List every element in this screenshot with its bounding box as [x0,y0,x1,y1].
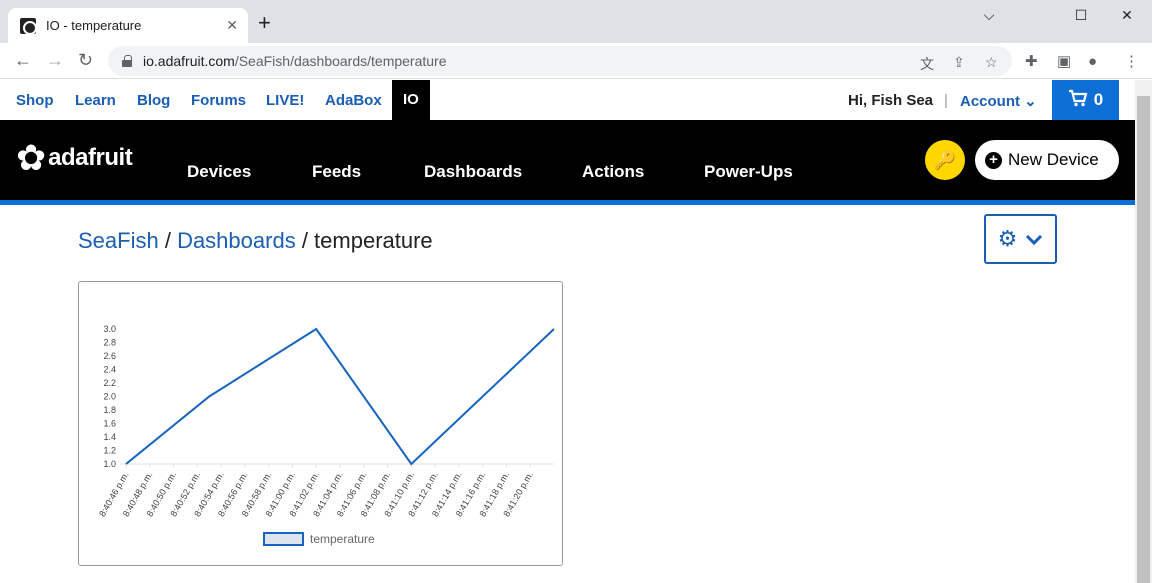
y-tick-label: 1.6 [103,419,116,429]
y-tick-label: 3.0 [103,324,116,334]
forward-icon[interactable]: → [46,50,64,70]
cart-button[interactable]: 0 [1052,80,1119,120]
tab-title: IO - temperature [46,18,142,33]
tab-close-icon[interactable]: ✕ [226,17,238,34]
reload-icon[interactable]: ↻ [78,50,93,70]
new-tab-button[interactable]: + [258,12,271,34]
nav-devices[interactable]: Devices [187,162,251,182]
adafruit-favicon-icon [20,17,37,35]
minimize-icon[interactable]: ⌵ [966,5,1012,25]
browser-toolbar: ← → ↻ io.adafruit.com/SeaFish/dashboards… [0,43,1152,79]
toplink-learn[interactable]: Learn [75,92,116,109]
nav-power-ups[interactable]: Power-Ups [704,162,793,182]
legend-label: temperature [310,532,375,546]
site-top-links: Shop Learn Blog Forums LIVE! AdaBox IO H… [0,80,1135,120]
nav-actions[interactable]: Actions [582,162,644,182]
translate-icon[interactable]: 文 [920,54,934,74]
address-bar[interactable]: io.adafruit.com/SeaFish/dashboards/tempe… [108,46,1012,76]
key-icon: 🔑 [933,149,957,170]
y-tick-label: 2.0 [103,392,116,402]
toplink-adabox[interactable]: AdaBox [325,92,382,109]
y-tick-label: 2.4 [103,365,116,375]
toplink-forums[interactable]: Forums [191,92,246,109]
cart-count: 0 [1093,90,1104,109]
cart-icon [1068,89,1088,112]
series-line-temperature [125,327,555,466]
browser-menu-icon[interactable]: ⋮ [1124,52,1139,72]
dashboard-settings-button[interactable]: ⚙ [984,214,1057,264]
breadcrumb-user[interactable]: SeaFish [78,228,159,253]
line-chart: 1.01.21.41.61.82.02.22.42.62.83.08:40:46… [97,324,555,546]
y-tick-label: 2.6 [103,351,116,361]
share-icon[interactable]: ⇪ [953,54,965,71]
bookmark-star-icon[interactable]: ☆ [985,54,998,71]
chevron-down-icon [1025,226,1043,252]
y-tick-label: 1.2 [103,446,116,456]
nav-accent-bar [0,200,1135,205]
lock-icon [122,55,132,67]
legend-swatch [263,532,304,546]
adafruit-flower-icon: ✿ [16,137,47,178]
side-panel-icon[interactable]: ▣ [1057,52,1071,72]
browser-tab[interactable]: IO - temperature ✕ [8,8,248,43]
gear-icon: ⚙ [997,226,1018,251]
back-icon[interactable]: ← [14,50,32,70]
greeting-separator: | [944,92,948,109]
adafruit-logo[interactable]: ✿ adafruit [16,137,133,178]
breadcrumb-current: temperature [314,228,433,253]
user-greeting: Hi, Fish Sea [848,92,934,109]
browser-tab-bar: IO - temperature ✕ + ⌵ ☐ ✕ [0,0,1152,43]
y-tick-label: 1.8 [103,405,116,415]
extensions-icon[interactable]: ✚ [1025,52,1038,72]
profile-avatar-icon[interactable]: ● [1088,52,1097,72]
account-dropdown[interactable]: Account ⌄ [960,92,1037,110]
toplink-io[interactable]: IO [392,80,430,120]
chart-block[interactable]: 1.0 1.2 1.4 1.6 1.8 2.0 2.2 2.4 2.6 2.8 3.0 8:40:46… [78,281,563,566]
url-text: io.adafruit.com/SeaFish/dashboards/tempe… [143,53,447,69]
y-tick-label: 2.2 [103,378,116,388]
nav-feeds[interactable]: Feeds [312,162,361,182]
plus-circle-icon: + [985,151,1002,169]
toplink-blog[interactable]: Blog [137,92,170,109]
new-device-button[interactable]: + New Device [975,140,1119,180]
scrollbar-thumb[interactable] [1137,96,1150,583]
new-device-label: New Device [1008,150,1099,169]
maximize-icon[interactable]: ☐ [1058,5,1104,25]
breadcrumb-separator: / [295,228,315,253]
nav-dashboards[interactable]: Dashboards [424,162,522,182]
logo-wordmark: adafruit [48,144,133,171]
close-window-icon[interactable]: ✕ [1104,5,1150,25]
y-tick-label: 1.4 [103,432,116,442]
toplink-live[interactable]: LIVE! [266,92,304,109]
breadcrumb-dashboards[interactable]: Dashboards [177,228,296,253]
y-tick-label: 1.0 [103,459,116,469]
breadcrumb: SeaFish / Dashboards / temperature [78,228,433,254]
breadcrumb-separator: / [158,228,178,253]
page-scrollbar[interactable] [1135,80,1152,583]
toplink-shop[interactable]: Shop [16,92,54,109]
y-tick-label: 2.8 [103,338,116,348]
key-button[interactable]: 🔑 [925,140,965,180]
